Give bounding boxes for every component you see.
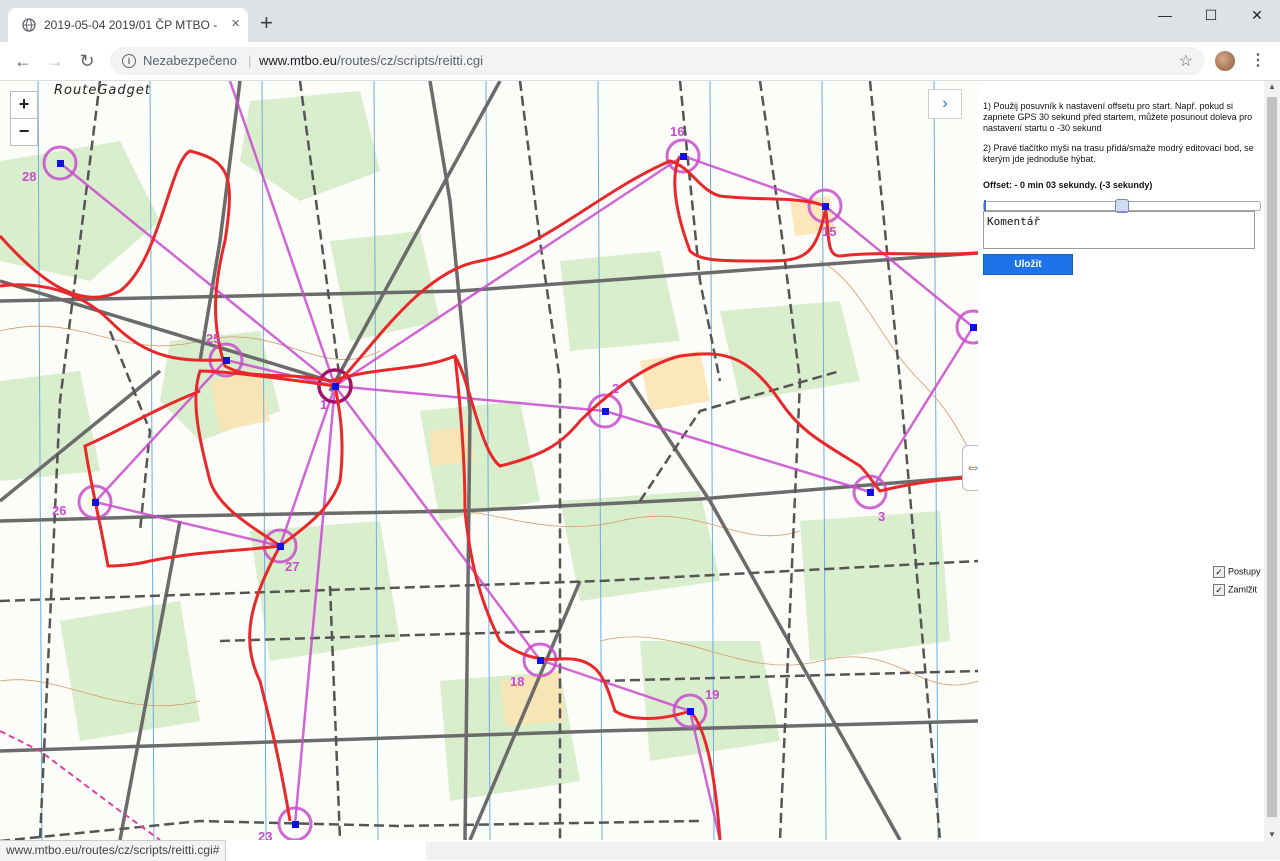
url-path: /routes/cz/scripts/reitti.cgi: [337, 53, 483, 68]
bookmark-star-icon[interactable]: ☆: [1179, 51, 1193, 71]
back-icon[interactable]: ←: [12, 50, 34, 72]
security-label[interactable]: Nezabezpečeno: [143, 53, 237, 68]
control-label-28: 28: [22, 169, 36, 184]
chevron-right-icon[interactable]: ›: [928, 89, 962, 119]
zoom-in-button[interactable]: +: [10, 91, 38, 119]
tab-strip: 2019-05-04 2019/01 ČP MTBO - × + — ☐ ✕: [0, 0, 1280, 42]
control-label-27: 27: [285, 559, 299, 574]
orienteering-map[interactable]: 1 2 3 15 16 19 18 23 25 26 27 28 RouteGa…: [0, 81, 978, 840]
save-button[interactable]: Uložit: [983, 254, 1073, 275]
routegadget-logo: RouteGadget: [54, 83, 151, 98]
control-label-1: 1: [320, 397, 327, 412]
close-window-button[interactable]: ✕: [1234, 4, 1280, 26]
browser-menu-icon[interactable]: ⋮: [1250, 50, 1266, 70]
fog-checkbox-label: Zamlžit: [1228, 584, 1257, 595]
control-label-2: 2: [612, 381, 619, 396]
control-label-26: 26: [52, 503, 66, 518]
control-label-15: 15: [822, 224, 836, 239]
control-label-25: 25: [206, 331, 220, 346]
checkbox-checked-icon[interactable]: ✓: [1213, 566, 1225, 578]
browser-toolbar: ← → ↻ i Nezabezpečeno | www.mtbo.eu/rout…: [0, 42, 1280, 81]
globe-icon: [22, 18, 36, 32]
checkbox-checked-icon[interactable]: ✓: [1213, 584, 1225, 596]
help-step-1: 1) Použij posuvník k nastavení offsetu p…: [983, 101, 1253, 133]
map-canvas[interactable]: 1 2 3 15 16 19 18 23 25 26 27 28: [0, 81, 978, 840]
address-bar[interactable]: i Nezabezpečeno | www.mtbo.eu/routes/cz/…: [110, 47, 1205, 75]
route-panel: 1) Použij posuvník k nastavení offsetu p…: [978, 81, 1264, 840]
slider-start-mark: [984, 200, 986, 211]
control-label-23: 23: [258, 829, 272, 840]
profile-avatar[interactable]: [1215, 51, 1235, 71]
url-host: www.mtbo.eu: [259, 53, 338, 68]
forward-icon[interactable]: →: [44, 50, 66, 72]
offset-slider[interactable]: [983, 199, 1261, 213]
resize-arrows-icon[interactable]: ⇔: [962, 445, 978, 491]
info-icon[interactable]: i: [122, 54, 136, 68]
help-step-2: 2) Pravé tlačítko myši na trasu přidá/sm…: [983, 143, 1254, 164]
control-label-16: 16: [670, 124, 684, 139]
status-url: www.mtbo.eu/routes/cz/scripts/reitti.cgi…: [0, 840, 227, 861]
help-text: 1) Použij posuvník k nastavení offsetu p…: [983, 101, 1265, 174]
horizontal-scrollbar[interactable]: [426, 842, 1264, 860]
control-label-19: 19: [705, 687, 719, 702]
vegetation-areas: [0, 91, 950, 801]
url-separator: |: [248, 53, 252, 68]
minimize-button[interactable]: —: [1142, 4, 1188, 26]
control-label-3: 3: [878, 509, 885, 524]
fog-checkbox[interactable]: ✓ Zamlžit: [1213, 584, 1261, 596]
comment-field[interactable]: Komentář: [983, 211, 1255, 249]
control-label-18: 18: [510, 674, 524, 689]
tab-title: 2019-05-04 2019/01 ČP MTBO -: [44, 18, 218, 32]
legs-checkbox[interactable]: ✓ Postupy: [1213, 566, 1261, 578]
vertical-scroll-thumb[interactable]: [1267, 97, 1277, 817]
reload-icon[interactable]: ↻: [76, 50, 98, 72]
scroll-up-icon[interactable]: ▲: [1264, 82, 1280, 96]
legs-checkbox-label: Postupy: [1228, 566, 1261, 577]
scroll-down-icon[interactable]: ▼: [1264, 830, 1280, 844]
zoom-out-button[interactable]: −: [10, 118, 38, 146]
close-tab-icon[interactable]: ×: [231, 16, 240, 32]
browser-tab[interactable]: 2019-05-04 2019/01 ČP MTBO - ×: [8, 8, 248, 42]
maximize-button[interactable]: ☐: [1188, 4, 1234, 26]
new-tab-button[interactable]: +: [260, 12, 273, 34]
url-text[interactable]: www.mtbo.eu/routes/cz/scripts/reitti.cgi: [259, 53, 483, 68]
offset-label: Offset: - 0 min 03 sekundy. (-3 sekundy): [983, 180, 1153, 190]
